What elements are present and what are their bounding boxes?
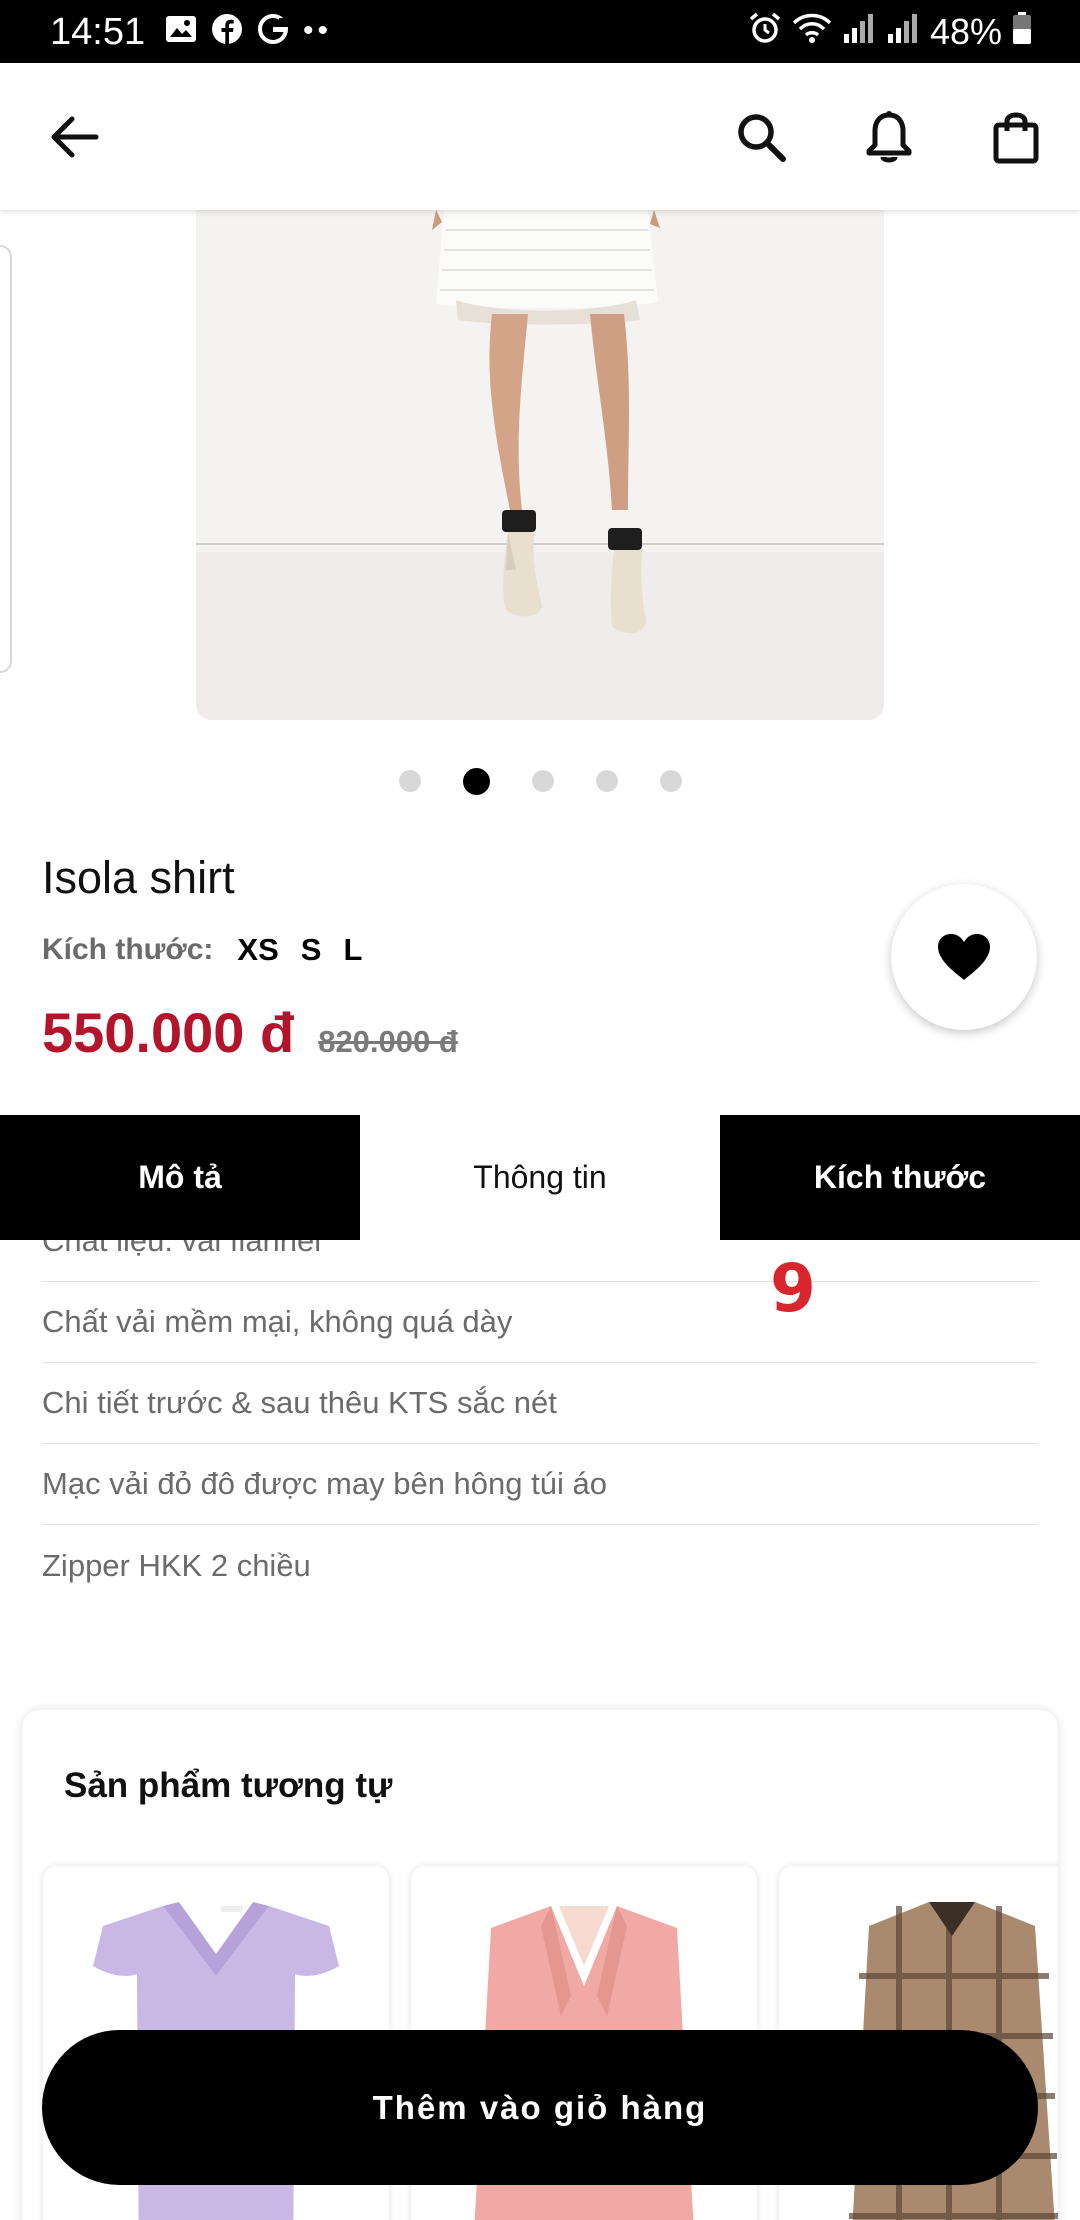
facebook-icon (211, 13, 243, 50)
tab-size[interactable]: Kích thước (720, 1115, 1080, 1240)
notifications-button[interactable] (855, 103, 923, 171)
size-row: Kích thước: XS S L (42, 932, 362, 968)
battery-icon (1012, 11, 1032, 54)
image-icon (165, 15, 197, 48)
cart-button[interactable] (982, 103, 1050, 171)
signal-icon (842, 11, 876, 53)
previous-thumbnail[interactable] (0, 245, 12, 673)
list-item: Chất liệu: vải flannel (42, 1240, 1038, 1282)
size-label: Kích thước: (42, 933, 214, 966)
pager-dot[interactable] (531, 770, 554, 792)
overlay-number: 9 (770, 1250, 816, 1327)
app-bar (0, 63, 1080, 210)
battery-percent: 48% (929, 11, 1002, 52)
pager-dot[interactable] (398, 770, 421, 792)
g-icon (257, 13, 289, 50)
list-item: Mạc vải đỏ đô được may bên hông túi áo (42, 1444, 1038, 1525)
status-bar: 14:51 •• 48% (0, 0, 1080, 63)
related-title: Sản phẩm tương tự (64, 1766, 393, 1805)
back-arrow-icon (51, 116, 99, 158)
notification-icons: •• (165, 13, 333, 50)
price-row: 550.000 đ 820.000 đ (42, 1000, 458, 1065)
list-item: Chất vải mềm mại, không quá dày (42, 1282, 1038, 1363)
search-icon (738, 114, 786, 162)
product-name: Isola shirt (42, 852, 235, 903)
signal-icon-2 (886, 11, 920, 53)
status-time: 14:51 (50, 11, 146, 53)
info-list: Chất liệu: vải flannel Chất vải mềm mại,… (42, 1240, 1038, 1648)
original-price: 820.000 đ (318, 1024, 458, 1059)
product-image[interactable] (196, 210, 884, 720)
tab-description[interactable]: Mô tả (0, 1115, 360, 1240)
pager-dot-active[interactable] (462, 767, 490, 795)
current-price: 550.000 đ (42, 1001, 295, 1064)
size-option[interactable]: S (301, 932, 322, 968)
heart-icon (938, 934, 990, 980)
alarm-icon (748, 11, 782, 54)
add-to-cart-button[interactable]: Thêm vào giỏ hàng (42, 2030, 1038, 2185)
more-dots-icon: •• (303, 14, 333, 47)
detail-tabs: Mô tả Thông tin Kích thước (0, 1115, 1080, 1240)
list-item: Zipper HKK 2 chiều (42, 1547, 311, 1583)
back-button[interactable] (40, 103, 108, 171)
bell-icon (866, 111, 912, 163)
shopping-bag-icon (993, 112, 1039, 164)
list-item: Chi tiết trước & sau thêu KTS sắc nét (42, 1363, 1038, 1444)
system-icons: 48% (748, 10, 1032, 54)
search-button[interactable] (727, 103, 795, 171)
size-option[interactable]: L (343, 932, 362, 968)
pager-dot[interactable] (659, 770, 682, 792)
image-pager (0, 767, 1080, 795)
pager-dot[interactable] (595, 770, 618, 792)
wifi-icon (792, 11, 832, 54)
favorite-button[interactable] (891, 884, 1037, 1030)
tab-information[interactable]: Thông tin (360, 1115, 720, 1240)
size-option[interactable]: XS (237, 932, 278, 968)
